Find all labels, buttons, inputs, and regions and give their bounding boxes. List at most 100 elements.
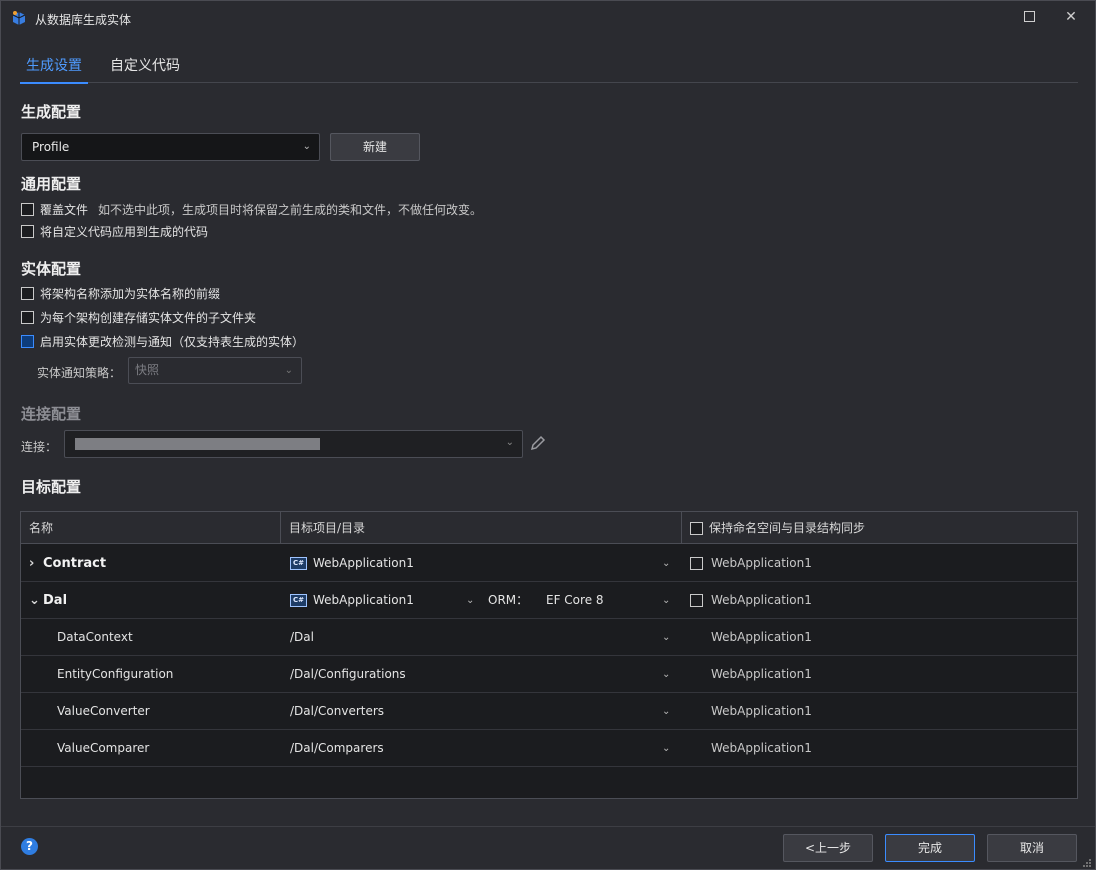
- chevron-down-icon[interactable]: ⌄: [662, 693, 670, 730]
- maximize-icon: [1023, 11, 1035, 22]
- row-name: DataContext: [57, 630, 133, 644]
- change-detection-label: 启用实体更改检测与通知（仅支持表生成的实体）: [40, 334, 305, 349]
- title-bar: 从数据库生成实体 ✕: [1, 1, 1095, 35]
- row-target-text: WebApplication1: [313, 556, 414, 570]
- chevron-down-icon[interactable]: ⌄: [662, 582, 670, 619]
- pencil-icon[interactable]: [529, 434, 547, 452]
- schema-subfolder-label: 为每个架构创建存储实体文件的子文件夹: [40, 310, 257, 325]
- row-namespace: WebApplication1: [711, 704, 812, 718]
- target-grid: 名称 目标项目/目录 保持命名空间与目录结构同步 › Contract C# We…: [20, 511, 1078, 799]
- notify-strategy-value: 快照: [135, 363, 160, 377]
- chevron-right-icon[interactable]: ›: [29, 545, 43, 582]
- table-row[interactable]: ⌄ Dal C# WebApplication1 ⌄ ORM： EF Core 8…: [21, 582, 1077, 619]
- close-button[interactable]: ✕: [1063, 9, 1079, 25]
- profile-select[interactable]: Profile ⌄: [21, 133, 320, 161]
- maximize-button[interactable]: [1021, 9, 1037, 25]
- dialog-window: 从数据库生成实体 ✕ 生成设置 自定义代码 生成配置 Profile ⌄ 新建 …: [0, 0, 1096, 870]
- row-namespace-checkbox[interactable]: [690, 557, 703, 570]
- chevron-down-icon[interactable]: ⌄: [29, 582, 43, 619]
- row-name: ValueComparer: [57, 741, 150, 755]
- profile-select-value: Profile: [32, 140, 70, 154]
- row-namespace: WebApplication1: [711, 741, 812, 755]
- finish-button[interactable]: 完成: [885, 834, 975, 862]
- row-name: › Contract: [29, 545, 106, 582]
- csharp-project-icon: C#: [290, 594, 307, 607]
- orm-label: ORM：: [488, 593, 529, 607]
- overwrite-option[interactable]: 覆盖文件 如不选中此项，生成项目时将保留之前生成的类和文件，不做任何改变。: [21, 201, 482, 217]
- table-row[interactable]: ValueConverter /Dal/Converters ⌄ WebAppl…: [21, 693, 1077, 730]
- close-icon: ✕: [1065, 9, 1077, 25]
- apply-custom-code-checkbox[interactable]: [21, 224, 34, 238]
- resize-grip-icon[interactable]: [1082, 858, 1092, 868]
- column-header-target[interactable]: 目标项目/目录: [281, 512, 682, 544]
- tab-generate-settings[interactable]: 生成设置: [20, 55, 88, 84]
- connection-section-title: 连接配置: [21, 405, 82, 423]
- row-name: EntityConfiguration: [57, 667, 174, 681]
- sync-namespace-label: 保持命名空间与目录结构同步: [709, 521, 866, 535]
- row-name-text: Contract: [43, 556, 107, 571]
- row-name-text: Dal: [43, 593, 68, 608]
- chevron-down-icon[interactable]: ⌄: [662, 619, 670, 656]
- notify-strategy-select: 快照 ⌄: [128, 357, 302, 384]
- sync-namespace-checkbox[interactable]: [690, 521, 703, 535]
- overwrite-label: 覆盖文件: [40, 202, 89, 217]
- row-target[interactable]: C# WebApplication1: [290, 545, 414, 582]
- row-name: ValueConverter: [57, 704, 150, 718]
- general-section-title: 通用配置: [21, 175, 82, 193]
- profile-section-title: 生成配置: [21, 103, 82, 121]
- overwrite-checkbox[interactable]: [21, 202, 34, 216]
- schema-subfolder-option[interactable]: 为每个架构创建存储实体文件的子文件夹: [21, 309, 256, 325]
- row-namespace: WebApplication1: [711, 630, 812, 644]
- table-row[interactable]: › Contract C# WebApplication1 ⌄ WebApplic…: [21, 545, 1077, 582]
- dialog-footer: ? <上一步 完成 取消: [1, 826, 1095, 870]
- row-target[interactable]: /Dal: [290, 619, 314, 656]
- row-target[interactable]: C# WebApplication1: [290, 582, 414, 619]
- row-namespace: WebApplication1: [711, 667, 812, 681]
- chevron-down-icon[interactable]: ⌄: [662, 656, 670, 693]
- schema-prefix-option[interactable]: 将架构名称添加为实体名称的前缀: [21, 285, 220, 301]
- table-row[interactable]: DataContext /Dal ⌄ WebApplication1: [21, 619, 1077, 656]
- row-target[interactable]: /Dal/Comparers: [290, 730, 384, 767]
- grid-header: 名称 目标项目/目录 保持命名空间与目录结构同步: [21, 512, 1077, 544]
- cancel-button[interactable]: 取消: [987, 834, 1077, 862]
- chevron-down-icon[interactable]: ⌄: [662, 730, 670, 767]
- row-target[interactable]: /Dal/Configurations: [290, 656, 406, 693]
- column-header-sync-namespace[interactable]: 保持命名空间与目录结构同步: [682, 512, 1078, 544]
- overwrite-hint: 如不选中此项，生成项目时将保留之前生成的类和文件，不做任何改变。: [98, 202, 483, 217]
- previous-button[interactable]: <上一步: [783, 834, 873, 862]
- chevron-down-icon[interactable]: ⌄: [662, 545, 670, 582]
- change-detection-checkbox[interactable]: [21, 334, 34, 348]
- chevron-down-icon[interactable]: ⌄: [466, 582, 474, 619]
- new-profile-button[interactable]: 新建: [330, 133, 420, 161]
- tab-custom-code[interactable]: 自定义代码: [104, 55, 186, 83]
- window-title: 从数据库生成实体: [35, 13, 132, 27]
- row-namespace-text: WebApplication1: [711, 556, 812, 570]
- table-row[interactable]: EntityConfiguration /Dal/Configurations …: [21, 656, 1077, 693]
- row-target-text: WebApplication1: [313, 593, 414, 607]
- notify-strategy-label: 实体通知策略：: [37, 366, 122, 380]
- help-icon[interactable]: ?: [21, 838, 38, 855]
- row-target[interactable]: /Dal/Converters: [290, 693, 384, 730]
- column-header-name[interactable]: 名称: [21, 512, 281, 544]
- schema-prefix-checkbox[interactable]: [21, 286, 34, 300]
- tab-bar: 生成设置 自定义代码: [20, 51, 1078, 84]
- connection-select[interactable]: ⌄: [64, 430, 523, 458]
- row-name: ⌄ Dal: [29, 582, 67, 619]
- apply-custom-code-option[interactable]: 将自定义代码应用到生成的代码: [21, 223, 208, 239]
- row-namespace: WebApplication1: [690, 582, 812, 619]
- table-row[interactable]: ValueComparer /Dal/Comparers ⌄ WebApplic…: [21, 730, 1077, 767]
- orm-select[interactable]: EF Core 8: [546, 582, 604, 619]
- target-section-title: 目标配置: [21, 478, 82, 496]
- row-namespace-checkbox[interactable]: [690, 594, 703, 607]
- row-namespace: WebApplication1: [690, 545, 812, 582]
- csharp-project-icon: C#: [290, 557, 307, 570]
- chevron-down-icon: ⌄: [302, 141, 311, 152]
- app-icon: [12, 11, 26, 25]
- apply-custom-code-label: 将自定义代码应用到生成的代码: [40, 224, 209, 239]
- change-detection-option[interactable]: 启用实体更改检测与通知（仅支持表生成的实体）: [21, 333, 304, 349]
- schema-subfolder-checkbox[interactable]: [21, 310, 34, 324]
- chevron-down-icon: ⌄: [505, 437, 514, 448]
- connection-label: 连接：: [21, 440, 58, 454]
- entity-section-title: 实体配置: [21, 260, 82, 278]
- schema-prefix-label: 将架构名称添加为实体名称的前缀: [40, 286, 221, 301]
